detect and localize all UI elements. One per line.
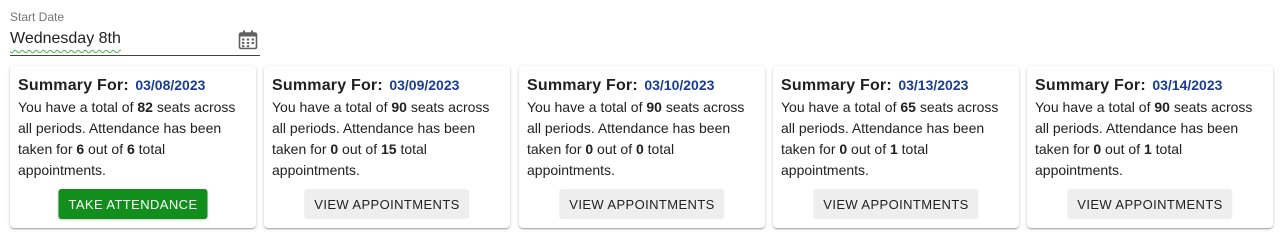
card-title-label: Summary For: (781, 77, 892, 94)
start-date-input[interactable]: Wednesday 8th (10, 30, 121, 48)
summary-text: You have a total of (527, 99, 647, 115)
card-title-label: Summary For: (527, 77, 638, 94)
total-count: 1 (889, 141, 898, 157)
card-summary-text: You have a total of 90 seats across all … (272, 97, 504, 181)
seat-count: 90 (391, 99, 407, 115)
card-title: Summary For: 03/10/2023 (527, 74, 757, 97)
summary-text: You have a total of (272, 99, 392, 115)
total-count: 6 (126, 141, 135, 157)
view-appointments-button[interactable]: VIEW APPOINTMENTS (304, 189, 470, 219)
card-summary-text: You have a total of 90 seats across all … (527, 97, 759, 181)
card-title-label: Summary For: (272, 77, 383, 94)
calendar-icon[interactable] (238, 30, 258, 50)
start-date-field[interactable]: Start Date Wednesday 8th (10, 8, 260, 58)
taken-count: 6 (76, 141, 85, 157)
card-title-label: Summary For: (1035, 77, 1146, 94)
start-date-label: Start Date (10, 10, 65, 24)
summary-card: Summary For: 03/09/2023 You have a total… (264, 66, 510, 228)
card-title: Summary For: 03/13/2023 (781, 74, 1011, 97)
summary-text: out of (1101, 141, 1144, 157)
card-title: Summary For: 03/14/2023 (1035, 74, 1265, 97)
summary-text: out of (847, 141, 890, 157)
summary-text: out of (84, 141, 127, 157)
view-appointments-button[interactable]: VIEW APPOINTMENTS (813, 189, 979, 219)
seat-count: 65 (900, 99, 916, 115)
summary-text: You have a total of (18, 99, 138, 115)
summary-card: Summary For: 03/13/2023 You have a total… (773, 66, 1019, 228)
summary-text: You have a total of (1035, 99, 1155, 115)
taken-count: 0 (585, 141, 594, 157)
view-appointments-button[interactable]: VIEW APPOINTMENTS (1067, 189, 1233, 219)
taken-count: 0 (330, 141, 339, 157)
total-count: 15 (380, 141, 397, 157)
card-date: 03/14/2023 (1152, 77, 1223, 93)
card-date: 03/13/2023 (898, 77, 969, 93)
taken-count: 0 (1093, 141, 1102, 157)
card-summary-text: You have a total of 82 seats across all … (18, 97, 250, 181)
card-date: 03/08/2023 (135, 77, 206, 93)
seat-count: 82 (137, 99, 153, 115)
card-summary-text: You have a total of 90 seats across all … (1035, 97, 1267, 181)
summary-card: Summary For: 03/08/2023 You have a total… (10, 66, 256, 228)
summary-card: Summary For: 03/14/2023 You have a total… (1027, 66, 1273, 228)
summary-text: out of (338, 141, 381, 157)
seat-count: 90 (1154, 99, 1170, 115)
take-attendance-button[interactable]: TAKE ATTENDANCE (58, 189, 208, 219)
total-count: 1 (1143, 141, 1152, 157)
card-date: 03/10/2023 (644, 77, 715, 93)
view-appointments-button[interactable]: VIEW APPOINTMENTS (559, 189, 725, 219)
seat-count: 90 (646, 99, 662, 115)
card-title: Summary For: 03/08/2023 (18, 74, 248, 97)
taken-count: 0 (839, 141, 848, 157)
card-title-label: Summary For: (18, 77, 129, 94)
date-field-underline (10, 55, 260, 56)
summary-text: You have a total of (781, 99, 901, 115)
card-summary-text: You have a total of 65 seats across all … (781, 97, 1013, 181)
summary-card: Summary For: 03/10/2023 You have a total… (519, 66, 765, 228)
card-title: Summary For: 03/09/2023 (272, 74, 502, 97)
summary-text: out of (593, 141, 636, 157)
total-count: 0 (635, 141, 644, 157)
card-date: 03/09/2023 (389, 77, 460, 93)
